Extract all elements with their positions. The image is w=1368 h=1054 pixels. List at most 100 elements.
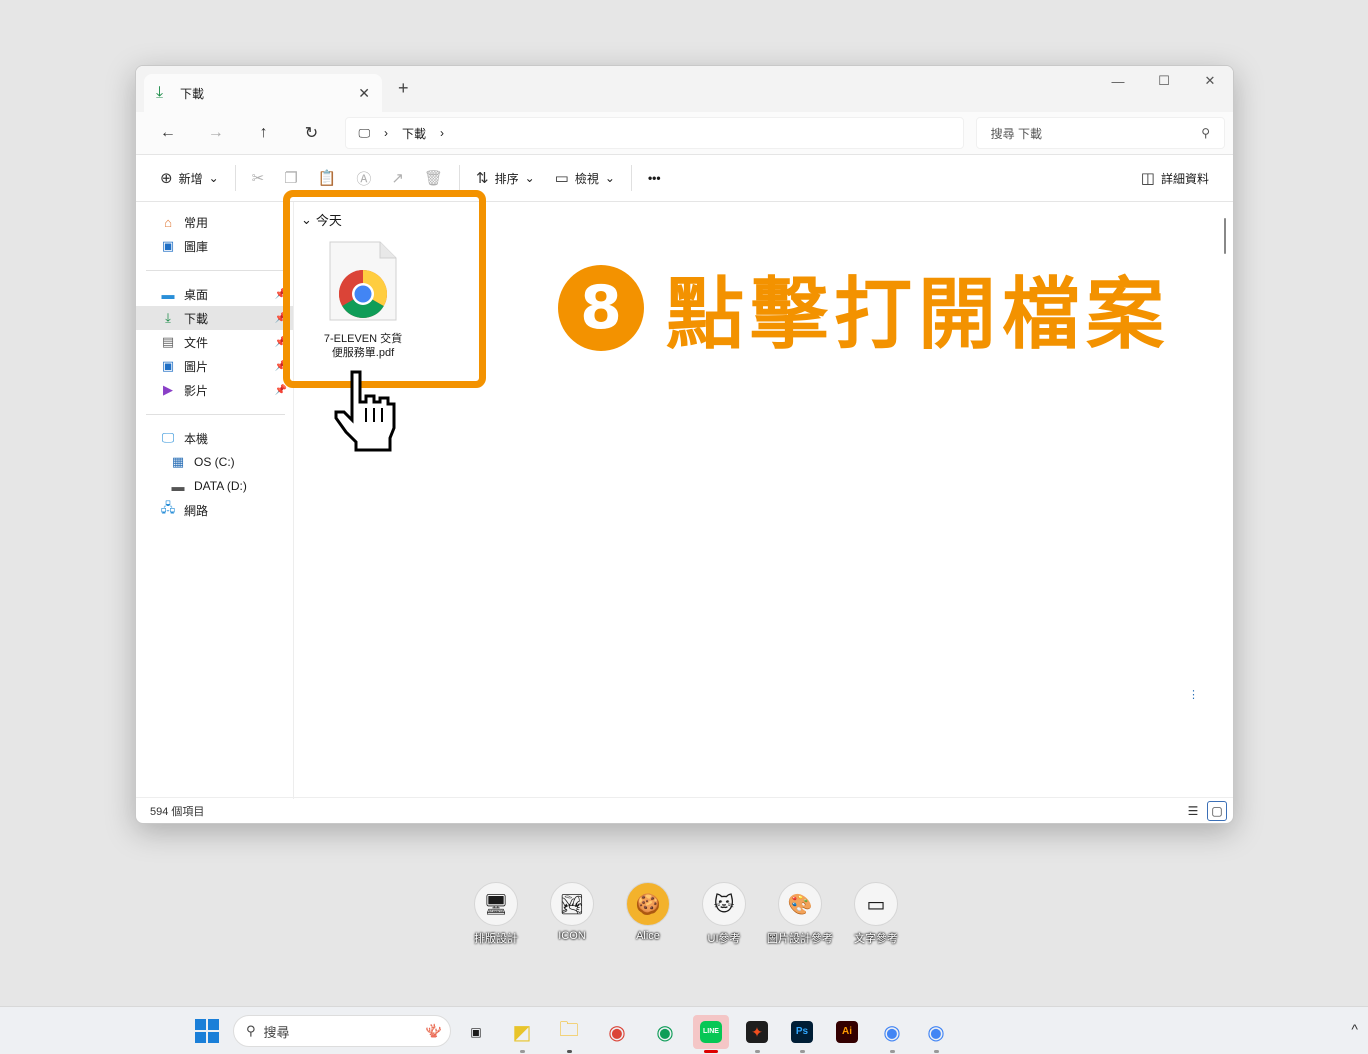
download-icon: ⤓ [165,310,171,325]
desktop-icon-ui-reference[interactable]: 🐱 UI參考 [686,882,762,946]
sort-button[interactable]: ⇅ 排序 ⌄ [466,169,545,187]
network-icon: 🖧 [160,500,176,515]
sidebar-item-network[interactable]: 🖧 網路 [136,498,293,522]
sidebar-item-label: 常用 [184,215,209,230]
step-annotation: 8 點擊打開檔案 [558,252,1170,364]
sidebar-item-this-pc[interactable]: 🖵 本機 [136,426,293,450]
desktop-icon-icon-folder[interactable]: 🏞 ICON [534,882,610,942]
step-number-badge: 8 [558,265,644,351]
chevron-right-icon[interactable]: › [384,126,388,140]
desktop-icon: ▬ [161,286,175,302]
hand-pointer-icon [330,368,402,455]
divider [146,414,285,415]
search-placeholder: 搜尋 下載 [990,126,1042,141]
paste-button[interactable]: 📋 [308,169,347,187]
chevron-up-icon[interactable]: ^ [1351,1021,1358,1037]
share-icon: ↗ [391,170,404,187]
computer-icon: 🖵 [358,125,371,140]
details-pane-icon: ◫ [1140,170,1155,187]
windows-start-icon[interactable] [195,1019,219,1043]
cut-button[interactable]: ✂ [242,169,275,187]
sidebar-item-gallery[interactable]: ▣ 圖庫 [136,234,293,258]
up-icon[interactable]: ↑ [240,124,288,142]
figma-icon[interactable]: ✦ [739,1015,775,1053]
sidebar-item-videos[interactable]: ▶ 影片 📌 [136,378,293,402]
scrollbar-thumb[interactable] [1224,218,1226,254]
illustrator-icon[interactable]: Ai [829,1015,865,1049]
chevron-right-icon[interactable]: › [440,126,444,140]
large-icons-view-icon[interactable]: ▢ [1207,801,1227,821]
pin-icon[interactable]: 📌 [275,385,287,396]
scrollbar[interactable] [1217,202,1233,799]
desktop-icon-image-design-reference[interactable]: 🎨 圖片設計參考 [762,882,838,946]
more-options-button[interactable]: ••• [638,171,671,185]
rename-icon: Ⓐ [356,170,372,188]
breadcrumb-downloads[interactable]: 下載 [402,125,426,142]
sticky-notes-icon[interactable]: ◩ [504,1015,540,1053]
download-icon: ⤓ [156,84,164,101]
sort-icon: ⇅ [476,170,489,187]
picture-icon: ▣ [161,358,175,373]
search-input[interactable]: 搜尋 下載 ⚲ [975,117,1226,149]
close-icon[interactable]: ✕ [1187,66,1233,96]
sort-label: 排序 [494,171,519,186]
line-app-icon[interactable]: LINE [693,1015,729,1053]
chevron-down-icon: ⌄ [208,171,219,185]
new-tab-button[interactable]: + [398,78,409,99]
rename-button[interactable]: Ⓐ [346,168,381,189]
address-bar[interactable]: 🖵 › 下載 › [345,117,964,149]
desktop-icon-alice[interactable]: 🍪 Alice [610,882,686,942]
close-tab-icon[interactable]: ✕ [358,85,370,102]
task-view-icon[interactable]: ▣ [458,1015,494,1049]
photoshop-icon[interactable]: Ps [784,1015,820,1053]
sidebar-item-home[interactable]: ⌂ 常用 [136,210,293,234]
sidebar-item-documents[interactable]: ▤ 文件 📌 [136,330,293,354]
details-view-icon[interactable]: ☰ [1183,801,1203,821]
details-label: 詳細資料 [1160,171,1209,186]
details-button[interactable]: ◫ 詳細資料 [1131,169,1219,187]
desktop-icon-label: Alice [636,930,660,942]
drive-icon: ▦ [171,454,185,469]
status-bar: 594 個項目 ☰ ▢ [136,797,1233,823]
sidebar-item-downloads[interactable]: ⤓ 下載 📌 [136,306,293,330]
chrome-profile-2-icon[interactable]: ◉ [874,1015,910,1053]
desktop-icon-text-reference[interactable]: ▭ 文字參考 [838,882,914,946]
taskbar: ⚲ 搜尋 🪸 ▣ ◩ 🗀 ◉ ◉ LINE ✦ Ps Ai ◉ ◉ ^ [0,1006,1368,1054]
file-explorer-icon[interactable]: 🗀 [551,1015,587,1053]
drive-icon: ▬ [171,478,185,494]
palette-icon: 🎨 [778,882,822,926]
sidebar-item-drive-c[interactable]: ▦ OS (C:) [136,450,293,474]
paste-icon: 📋 [317,170,337,187]
taskbar-search[interactable]: ⚲ 搜尋 🪸 [233,1015,451,1047]
copy-button[interactable]: ❐ [274,169,307,187]
gallery-icon: ▣ [161,238,175,253]
delete-button[interactable]: 🗑 [414,169,453,187]
chrome-icon[interactable]: ◉ [599,1015,635,1049]
more-icon: ••• [647,171,661,185]
sidebar-item-label: 下載 [184,311,209,326]
desktop-icon-label: 文字參考 [854,933,898,945]
tab-title: 下載 [180,86,205,101]
refresh-icon[interactable]: ↻ [288,123,336,143]
desktop-icon-label: UI參考 [707,933,741,945]
sidebar-item-drive-d[interactable]: ▬ DATA (D:) [136,474,293,498]
chrome-profile-3-icon[interactable]: ◉ [918,1015,954,1053]
chrome-profile-icon[interactable]: ◉ [647,1015,683,1049]
tab-downloads[interactable]: ⤓ 下載 ✕ [144,74,382,112]
desktop-icon-layout-design[interactable]: 🖥 排版設計 [458,882,534,946]
sidebar-item-desktop[interactable]: ▬ 桌面 📌 [136,282,293,306]
scissors-icon: ✂ [251,170,265,187]
search-icon: ⚲ [246,1023,256,1038]
plus-circle-icon: ⊕ [160,170,173,187]
forward-icon[interactable]: → [192,124,240,142]
view-button[interactable]: ▭ 檢視 ⌄ [545,169,625,187]
minimize-icon[interactable]: — [1095,66,1141,96]
sidebar-item-label: 桌面 [184,287,209,302]
share-button[interactable]: ↗ [381,169,414,187]
sidebar-item-label: OS (C:) [194,455,235,469]
back-icon[interactable]: ← [144,124,192,142]
sidebar-item-pictures[interactable]: ▣ 圖片 📌 [136,354,293,378]
highlight-box [283,190,486,388]
new-button[interactable]: ⊕ 新增 ⌄ [150,169,229,187]
maximize-icon[interactable]: ☐ [1141,66,1187,96]
